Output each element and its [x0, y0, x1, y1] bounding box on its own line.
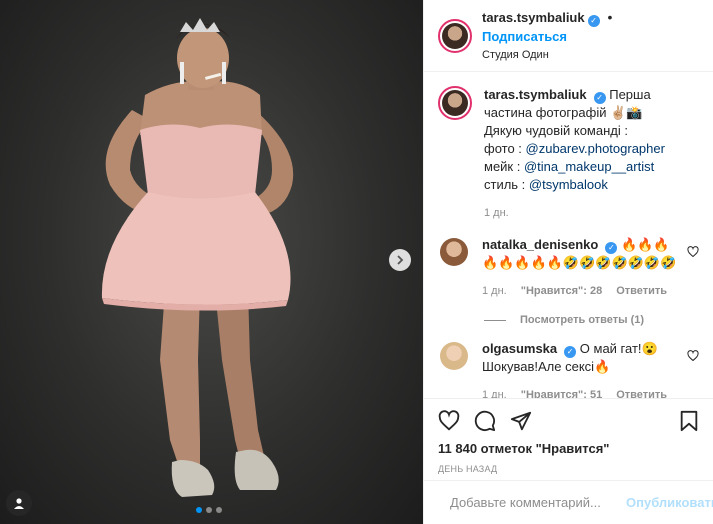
comment-time[interactable]: 1 дн.: [482, 282, 507, 300]
caption-line2: Дякую чудовій команді :: [484, 123, 628, 138]
chevron-right-icon: [397, 255, 404, 265]
comment-likes[interactable]: "Нравится": 28: [521, 282, 602, 300]
post-photo[interactable]: [0, 0, 423, 524]
like-heart-icon[interactable]: [438, 410, 460, 432]
comment-item: olgasumska ✓ О май гат!😮 Шокував!Але секс…: [438, 340, 699, 398]
follow-button[interactable]: Подписаться: [482, 29, 567, 44]
post-header: taras.tsymbaliuk ✓ • Подписаться Студия О…: [424, 0, 713, 72]
verified-icon: ✓: [605, 242, 618, 254]
post-image-figure: [101, 18, 294, 497]
caption-style-tag[interactable]: @tsymbalook: [529, 177, 608, 192]
verified-icon: ✓: [593, 92, 606, 104]
comment-username[interactable]: natalka_denisenko: [482, 237, 598, 252]
comment-bubble-icon[interactable]: [474, 410, 496, 432]
user-icon: [14, 498, 24, 509]
next-slide-button[interactable]: [389, 249, 411, 271]
caption-avatar[interactable]: [438, 86, 472, 120]
comment-username[interactable]: olgasumska: [482, 341, 557, 356]
header-username[interactable]: taras.tsymbaliuk: [482, 10, 585, 25]
location-link[interactable]: Студия Один: [482, 46, 699, 64]
caption-makeup-tag[interactable]: @tina_makeup__artist: [524, 159, 654, 174]
comment-reply-button[interactable]: Ответить: [616, 386, 667, 398]
post-comment-button[interactable]: Опубликовать: [626, 495, 713, 510]
header-separator: •: [607, 8, 613, 25]
comment-item: natalka_denisenko ✓ 🔥🔥🔥🔥🔥🔥🔥🔥🤣🤣🤣🤣🤣🤣🤣 1 дн.…: [438, 236, 699, 300]
caption-photo-tag[interactable]: @zubarev.photographer: [526, 141, 665, 156]
comment-time[interactable]: 1 дн.: [482, 386, 507, 398]
carousel-dot-1: [196, 507, 202, 513]
comment-avatar[interactable]: [438, 340, 470, 372]
verified-icon: ✓: [564, 346, 577, 358]
verified-icon: ✓: [587, 14, 600, 27]
comment-reply-button[interactable]: Ответить: [616, 282, 667, 300]
caption-photo-prefix: фото :: [484, 141, 526, 156]
comment-likes[interactable]: "Нравится": 51: [521, 386, 602, 398]
view-replies-button[interactable]: Посмотреть ответы (1): [484, 314, 699, 326]
carousel-dot-2: [206, 507, 212, 513]
comment-avatar[interactable]: [438, 236, 470, 268]
caption: taras.tsymbaliuk ✓ Перша частина фотограф…: [438, 86, 699, 222]
caption-time[interactable]: 1 дн.: [484, 204, 509, 222]
tagged-users-button[interactable]: [6, 490, 32, 516]
carousel-dot-3: [216, 507, 222, 513]
likes-count[interactable]: 11 840 отметок "Нравится": [438, 441, 699, 456]
caption-style-prefix: стиль :: [484, 177, 529, 192]
add-comment-bar: Опубликовать: [424, 480, 713, 524]
caption-username[interactable]: taras.tsymbaliuk: [484, 87, 587, 102]
comment-input[interactable]: [450, 495, 626, 510]
bookmark-icon[interactable]: [679, 410, 699, 432]
carousel-indicator: [196, 507, 222, 513]
share-paper-plane-icon[interactable]: [510, 410, 532, 432]
avatar[interactable]: [438, 18, 472, 53]
post-side-panel: taras.tsymbaliuk ✓ • Подписаться Студия О…: [423, 0, 713, 524]
comments-list[interactable]: taras.tsymbaliuk ✓ Перша частина фотограф…: [424, 72, 713, 398]
heart-icon[interactable]: [687, 350, 699, 362]
post-date[interactable]: ДЕНЬ НАЗАД: [438, 464, 699, 474]
post-actions: 11 840 отметок "Нравится" ДЕНЬ НАЗАД: [424, 398, 713, 474]
view-replies-label: Посмотреть ответы (1): [520, 314, 645, 326]
caption-makeup-prefix: мейк :: [484, 159, 524, 174]
heart-icon[interactable]: [687, 246, 699, 258]
